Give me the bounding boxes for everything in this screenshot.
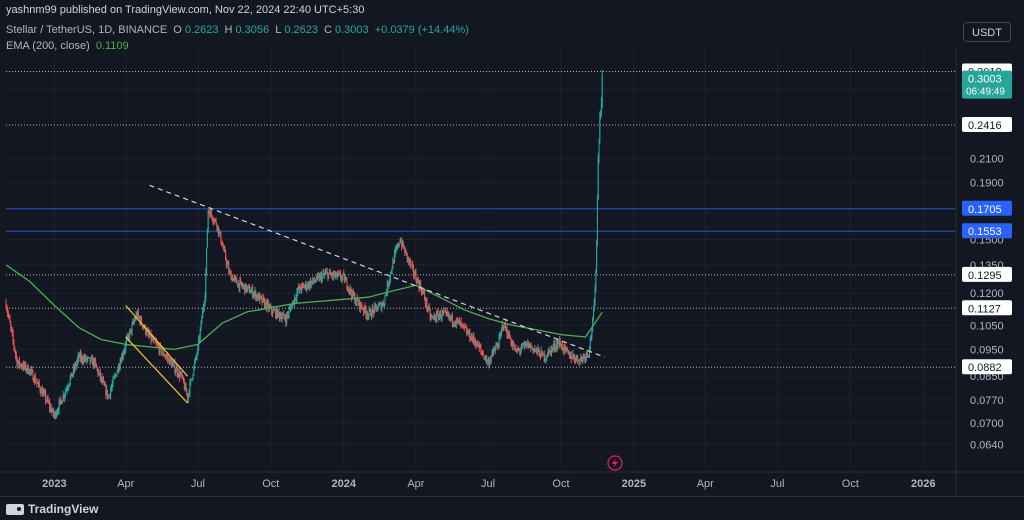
time-tick-label: 2025 — [622, 478, 646, 490]
change-value: +0.0379 (+14.44%) — [374, 24, 469, 36]
close-value: 0.3003 — [335, 24, 369, 36]
candle-body — [131, 324, 133, 332]
time-tick-label: Oct — [842, 478, 859, 490]
candle-body — [463, 324, 465, 328]
candle-body — [220, 232, 222, 243]
candle-body — [601, 75, 603, 104]
price-tick-label: 0.1900 — [970, 178, 1004, 190]
level-label: 0.1705 — [968, 204, 1002, 216]
candle-body — [201, 318, 203, 322]
candle-body — [249, 292, 251, 294]
grid-lines — [6, 46, 955, 468]
candle-body — [426, 300, 428, 309]
low-value: 0.2623 — [284, 24, 318, 36]
candle-body — [95, 360, 97, 364]
descending-trendline — [149, 184, 605, 358]
symbol-legend-row: Stellar / TetherUS, 1D, BINANCE O 0.2623 … — [6, 22, 472, 38]
price-tick-label: 0.1050 — [970, 320, 1004, 332]
time-tick-label: Apr — [407, 478, 424, 490]
time-tick-label: Jul — [770, 478, 784, 490]
footer-bar: TradingView — [0, 496, 1024, 520]
tradingview-logo[interactable]: TradingView — [6, 502, 98, 516]
tradingview-logo-icon — [6, 503, 24, 515]
price-tick-label: 0.0950 — [970, 344, 1004, 356]
candle-body — [592, 310, 594, 320]
time-tick-label: Apr — [697, 478, 714, 490]
high-label: H — [224, 24, 233, 36]
candle-body — [480, 347, 482, 351]
level-label: 0.1127 — [968, 303, 1001, 315]
open-label: O — [173, 24, 182, 36]
close-label: C — [324, 24, 332, 36]
lightning-icon — [612, 458, 618, 468]
level-label: 0.0882 — [968, 362, 1002, 374]
high-value: 0.3056 — [235, 24, 270, 36]
candle-body — [64, 391, 66, 395]
candle-body — [112, 378, 114, 384]
candle-body — [210, 210, 212, 216]
level-label: 0.2416 — [968, 120, 1002, 132]
candle-body — [116, 371, 118, 377]
bar-countdown-label: 06:49:49 — [966, 87, 1005, 98]
candle-body — [206, 247, 208, 272]
candle-body — [288, 309, 290, 315]
candle-body — [405, 250, 407, 253]
last-price-label: 0.3003 — [968, 74, 1002, 86]
candle-body — [391, 268, 393, 272]
ema-legend-row: EMA (200, close) 0.1109 — [6, 38, 472, 54]
price-tick-label: 0.0770 — [970, 395, 1004, 407]
price-tick-label: 0.0640 — [970, 439, 1004, 451]
candle-body — [205, 271, 207, 298]
price-tick-label: 0.2100 — [970, 154, 1004, 166]
time-axis: 2023 Apr Jul Oct 2024 Apr Jul Oct 2025 Apr Jul Oct 2… — [42, 478, 935, 490]
open-value: 0.2623 — [184, 24, 219, 36]
time-tick-label: Jul — [191, 478, 205, 490]
candle-body — [451, 315, 453, 324]
candle-body — [596, 198, 598, 242]
candle-body — [175, 370, 177, 372]
price-chart[interactable]: 0.28000.21000.19000.15000.13500.12000.10… — [0, 0, 1024, 496]
price-axis: 0.28000.21000.19000.15000.13500.12000.10… — [962, 63, 1012, 451]
price-tick-label: 0.0700 — [970, 418, 1004, 430]
time-tick-label: Apr — [117, 478, 134, 490]
candle-body — [375, 305, 377, 308]
candle-body — [384, 295, 386, 304]
chart-legend: Stellar / TetherUS, 1D, BINANCE O 0.2623 … — [6, 22, 472, 54]
candle-body — [206, 231, 208, 248]
symbol-title[interactable]: Stellar / TetherUS, 1D, BINANCE — [6, 24, 167, 36]
low-label: L — [275, 24, 282, 36]
time-tick-label: 2026 — [911, 478, 935, 490]
time-tick-label: 2023 — [42, 478, 66, 490]
time-tick-label: Jul — [481, 478, 495, 490]
time-tick-label: 2024 — [331, 478, 356, 490]
ema-200-line — [5, 264, 603, 351]
candle-body — [577, 355, 579, 361]
candle-body — [10, 322, 12, 328]
candle-body — [599, 117, 601, 142]
currency-button[interactable]: USDT — [963, 22, 1011, 42]
lightning-event-icon[interactable] — [607, 455, 623, 471]
candle-body — [129, 330, 131, 339]
candle-body — [282, 314, 284, 318]
tradingview-brand: TradingView — [28, 502, 99, 516]
candle-body — [377, 308, 379, 311]
ema-value: 0.1109 — [95, 40, 129, 52]
candle-body — [236, 278, 238, 284]
ema-label[interactable]: EMA (200, close) — [6, 40, 90, 52]
level-label: 0.1553 — [968, 226, 1002, 238]
price-tick-label: 0.1200 — [970, 288, 1004, 300]
wedge-upper-line — [125, 305, 189, 377]
time-tick-label: Oct — [552, 478, 569, 490]
publisher-line: yashnm99 published on TradingView.com, N… — [6, 4, 365, 16]
candle-body — [13, 340, 15, 347]
time-tick-label: Oct — [262, 478, 279, 490]
candle-body — [597, 158, 599, 199]
level-label: 0.1295 — [968, 270, 1002, 282]
candle-body — [45, 392, 47, 401]
